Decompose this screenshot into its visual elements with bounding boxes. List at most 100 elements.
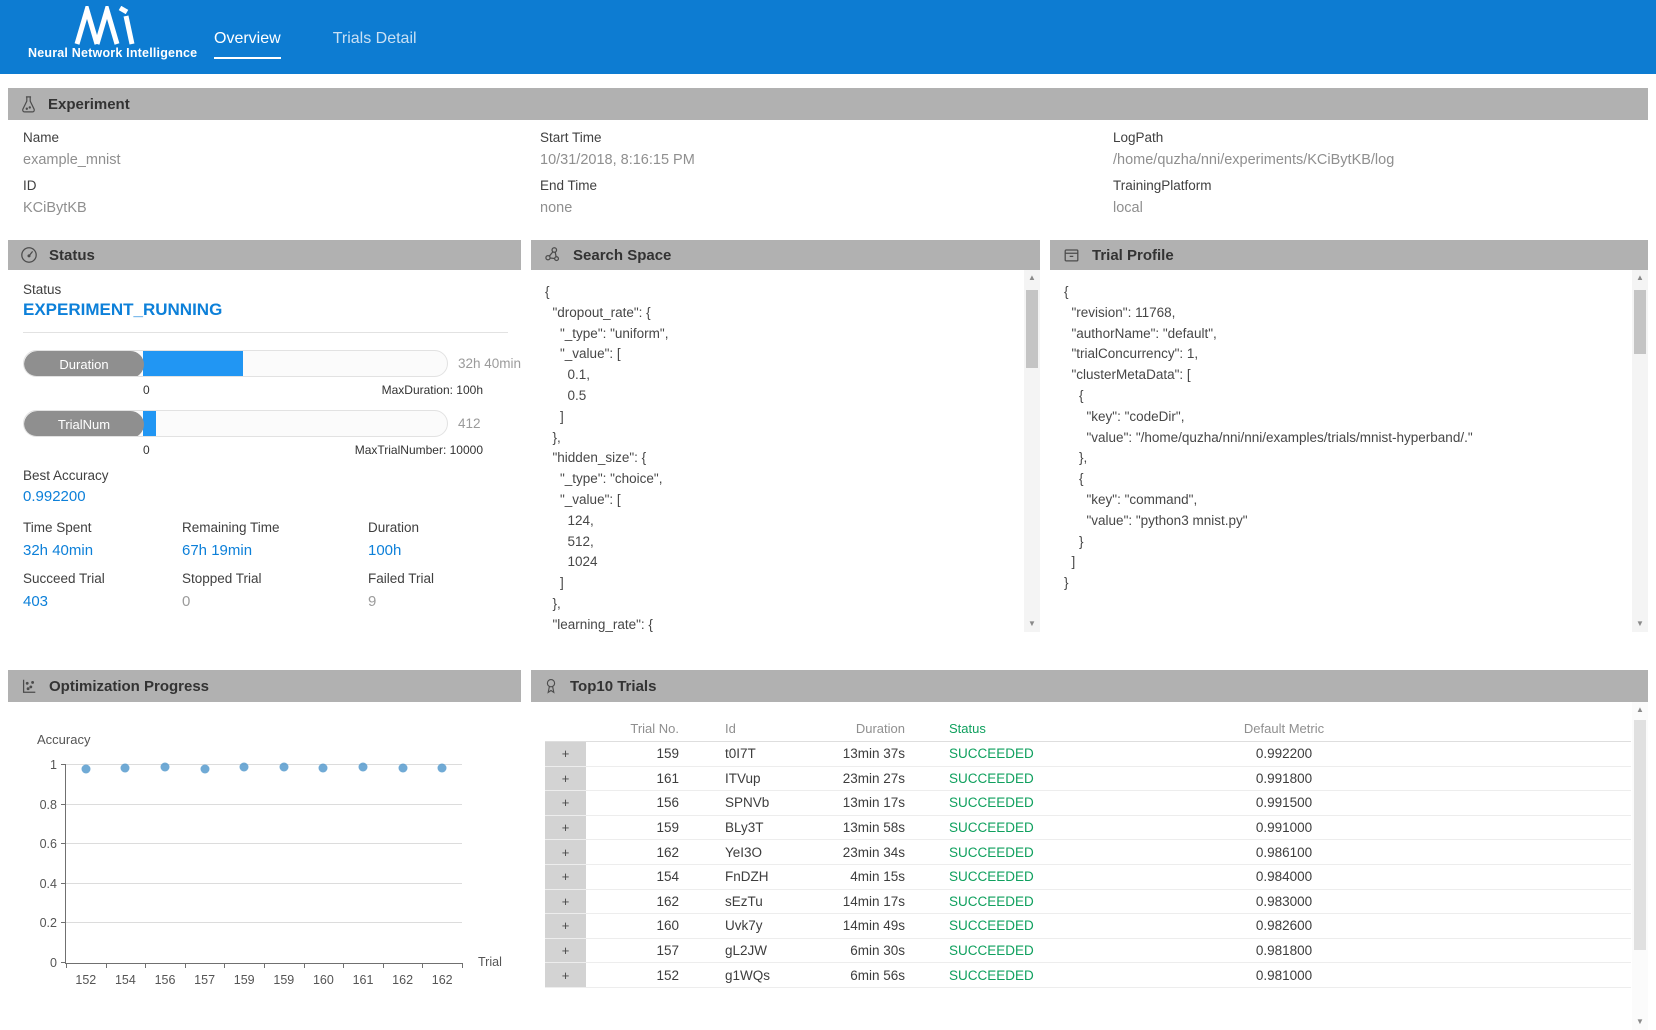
experiment-col-1: Name example_mnist ID KCiBytKB	[23, 130, 121, 226]
nni-logo-icon	[74, 6, 142, 46]
x-axis-tick	[264, 963, 265, 968]
data-point	[398, 763, 407, 772]
expand-row-button[interactable]: +	[545, 963, 589, 987]
x-axis-tick	[383, 963, 384, 968]
status-panel-header: Status	[8, 240, 521, 270]
status-panel: Status Status EXPERIMENT_RUNNING Duratio…	[8, 240, 521, 632]
duration-cell: 13min 37s	[829, 746, 929, 761]
status-label: Status	[23, 282, 61, 297]
progress-value: 32h 40min	[458, 356, 521, 371]
col-status: Status	[929, 721, 1089, 736]
expand-row-button[interactable]: +	[545, 865, 589, 889]
expand-row-button[interactable]: +	[545, 742, 589, 766]
status-cell: SUCCEEDED	[929, 869, 1089, 884]
search-space-scrollbar: ▲ ▼	[1024, 270, 1040, 632]
y-axis-title: Accuracy	[37, 732, 90, 747]
x-axis-tick	[462, 963, 463, 968]
expand-row-button[interactable]: +	[545, 840, 589, 864]
x-tick-label: 156	[155, 973, 176, 987]
x-axis-tick	[422, 963, 423, 968]
trial-no-cell: 161	[589, 771, 679, 786]
trial-no-cell: 162	[589, 845, 679, 860]
table-row: +162sEzTu14min 17sSUCCEEDED0.983000	[545, 890, 1631, 915]
trial-no-cell: 162	[589, 894, 679, 909]
y-tick-label: 1	[25, 757, 57, 773]
field-label: ID	[23, 178, 121, 193]
field-label: Name	[23, 130, 121, 145]
default-metric-cell: 0.984000	[1089, 869, 1479, 884]
trial-id-cell: Uvk7y	[709, 918, 829, 933]
x-axis-tick	[224, 963, 225, 968]
top-navigation-bar: Neural Network Intelligence Overview Tri…	[0, 0, 1656, 74]
field-label: End Time	[540, 178, 695, 193]
scrollbar-thumb[interactable]	[1634, 720, 1646, 950]
table-row: +162YeI3O23min 34sSUCCEEDED0.986100	[545, 840, 1631, 865]
default-metric-cell: 0.982600	[1089, 918, 1479, 933]
default-metric-cell: 0.992200	[1089, 746, 1479, 761]
data-point	[81, 764, 90, 773]
progress-name-pill: TrialNum	[24, 411, 144, 437]
scroll-down-arrow[interactable]: ▼	[1632, 1014, 1648, 1030]
scroll-up-arrow[interactable]: ▲	[1024, 270, 1040, 286]
search-space-json: { "dropout_rate": { "_type": "uniform", …	[545, 282, 1020, 632]
data-point	[161, 762, 170, 771]
expand-row-button[interactable]: +	[545, 791, 589, 815]
start-time: 10/31/2018, 8:16:15 PM	[540, 152, 695, 168]
trial-id-cell: YeI3O	[709, 845, 829, 860]
status-cell: SUCCEEDED	[929, 771, 1089, 786]
default-metric-cell: 0.983000	[1089, 894, 1479, 909]
tab-trials-detail[interactable]: Trials Detail	[333, 30, 417, 59]
experiment-col-3: LogPath /home/quzha/nni/experiments/KCiB…	[1113, 130, 1394, 226]
x-tick-label: 159	[234, 973, 255, 987]
experiment-col-2: Start Time 10/31/2018, 8:16:15 PM End Ti…	[540, 130, 695, 226]
optimization-title: Optimization Progress	[49, 678, 209, 695]
status-cell: SUCCEEDED	[929, 894, 1089, 909]
scroll-down-arrow[interactable]: ▼	[1632, 616, 1648, 632]
status-cell: SUCCEEDED	[929, 943, 1089, 958]
table-row: +154FnDZH4min 15sSUCCEEDED0.984000	[545, 865, 1631, 890]
expand-row-button[interactable]: +	[545, 767, 589, 791]
table-row: +157gL2JW6min 30sSUCCEEDED0.981800	[545, 939, 1631, 964]
scatter-chart-icon	[20, 677, 38, 695]
trial-id-cell: ITVup	[709, 771, 829, 786]
x-tick-label: 154	[115, 973, 136, 987]
default-metric-cell: 0.991500	[1089, 795, 1479, 810]
scroll-up-arrow[interactable]: ▲	[1632, 270, 1648, 286]
status-cell: SUCCEEDED	[929, 795, 1089, 810]
medal-icon	[543, 677, 559, 695]
x-axis-tick	[106, 963, 107, 968]
duration-cell: 6min 56s	[829, 968, 929, 983]
top10-scrollbar: ▲ ▼	[1632, 702, 1648, 1030]
table-row: +161ITVup23min 27sSUCCEEDED0.991800	[545, 767, 1631, 792]
expand-row-button[interactable]: +	[545, 816, 589, 840]
nav-tabs: Overview Trials Detail	[214, 30, 417, 59]
data-point	[121, 764, 130, 773]
default-metric-cell: 0.981000	[1089, 968, 1479, 983]
scrollbar-thumb[interactable]	[1634, 290, 1646, 354]
gridline	[66, 804, 462, 805]
experiment-section-header: Experiment	[8, 88, 1648, 120]
x-axis-tick	[145, 963, 146, 968]
col-duration: Duration	[829, 721, 929, 736]
status-cell: SUCCEEDED	[929, 845, 1089, 860]
default-metric-cell: 0.991000	[1089, 820, 1479, 835]
brand-text: Neural Network Intelligence	[28, 46, 188, 60]
trial-no-cell: 154	[589, 869, 679, 884]
expand-row-button[interactable]: +	[545, 890, 589, 914]
scroll-down-arrow[interactable]: ▼	[1024, 616, 1040, 632]
duration-cell: 23min 34s	[829, 845, 929, 860]
training-platform: local	[1113, 200, 1394, 216]
best-accuracy-value: 0.992200	[23, 488, 86, 505]
archive-box-icon	[1062, 246, 1081, 264]
col-id: Id	[709, 721, 829, 736]
field-label: TrainingPlatform	[1113, 178, 1394, 193]
expand-row-button[interactable]: +	[545, 939, 589, 963]
scale-min: 0	[143, 443, 150, 457]
scroll-up-arrow[interactable]: ▲	[1632, 702, 1648, 718]
scrollbar-thumb[interactable]	[1026, 290, 1038, 368]
gridline	[66, 843, 462, 844]
expand-row-button[interactable]: +	[545, 914, 589, 938]
tab-overview[interactable]: Overview	[214, 30, 281, 59]
scale-min: 0	[143, 383, 150, 397]
table-header-row: Trial No. Id Duration Status Default Met…	[545, 715, 1631, 742]
